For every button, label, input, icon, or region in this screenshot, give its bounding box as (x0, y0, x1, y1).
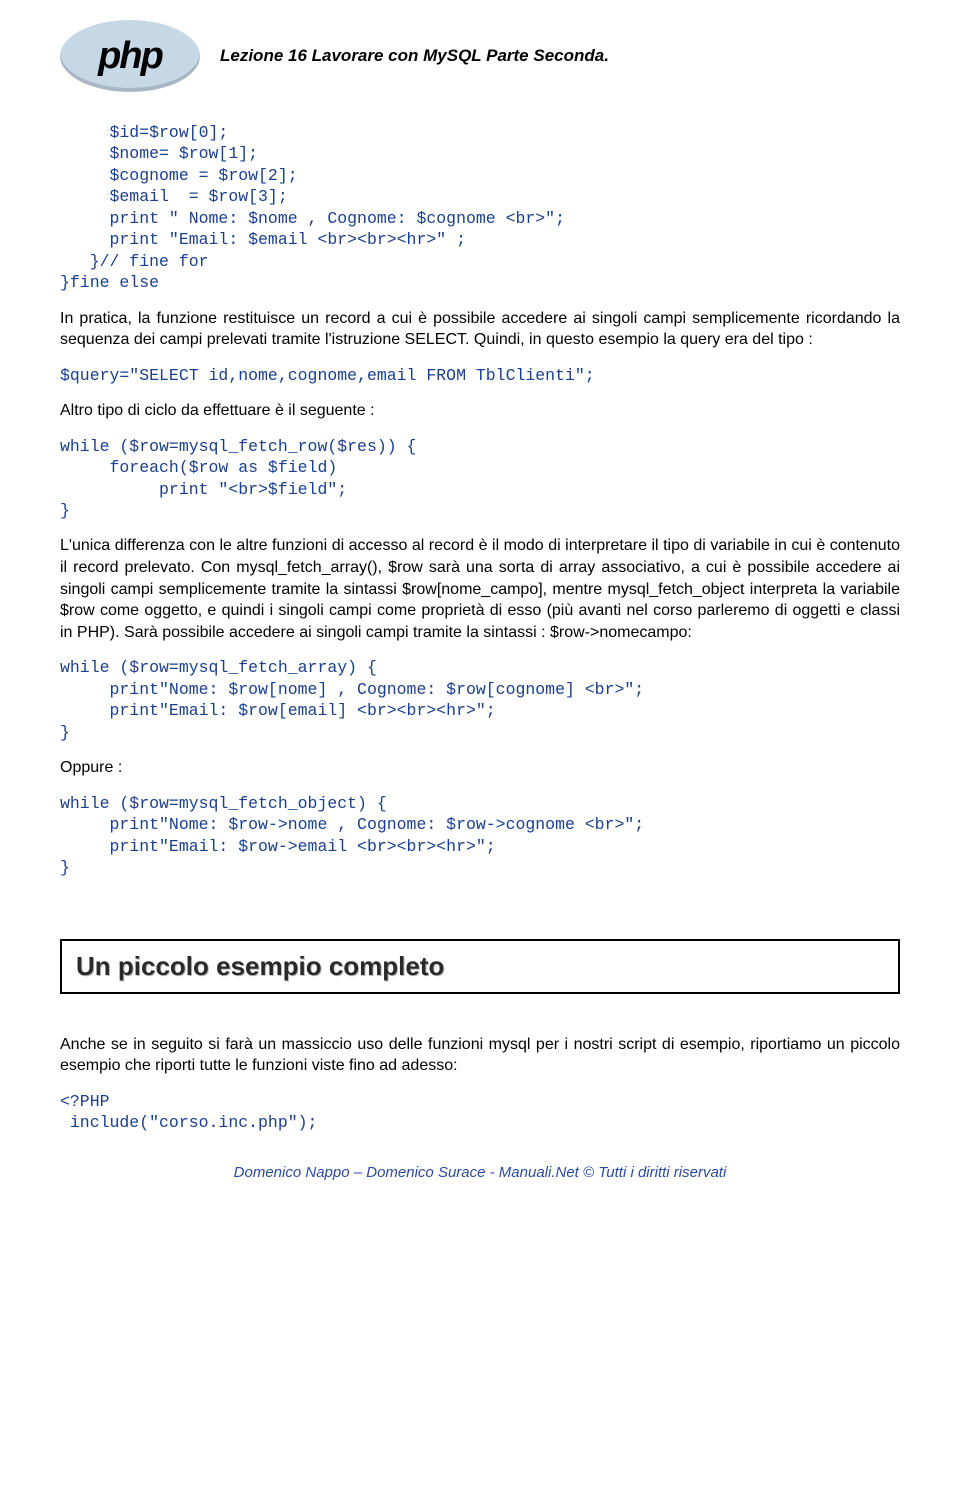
code-block-3: while ($row=mysql_fetch_row($res)) { for… (60, 436, 900, 522)
code-block-2: $query="SELECT id,nome,cognome,email FRO… (60, 365, 900, 386)
page-footer: Domenico Nappo – Domenico Surace - Manua… (60, 1164, 900, 1181)
paragraph-1: In pratica, la funzione restituisce un r… (60, 308, 900, 351)
php-logo: php (60, 20, 200, 92)
page-header: php Lezione 16 Lavorare con MySQL Parte … (60, 20, 900, 92)
section-heading: Un piccolo esempio completo (76, 951, 884, 982)
code-block-1: $id=$row[0]; $nome= $row[1]; $cognome = … (60, 122, 900, 294)
paragraph-3: L'unica differenza con le altre funzioni… (60, 535, 900, 643)
paragraph-5: Anche se in seguito si farà un massiccio… (60, 1034, 900, 1077)
page-container: php Lezione 16 Lavorare con MySQL Parte … (0, 0, 960, 1211)
section-heading-box: Un piccolo esempio completo (60, 939, 900, 994)
code-block-6: <?PHP include("corso.inc.php"); (60, 1091, 900, 1134)
code-block-4: while ($row=mysql_fetch_array) { print"N… (60, 657, 900, 743)
php-logo-text: php (98, 35, 162, 78)
paragraph-4: Oppure : (60, 757, 900, 779)
paragraph-2: Altro tipo di ciclo da effettuare è il s… (60, 400, 900, 422)
code-block-5: while ($row=mysql_fetch_object) { print"… (60, 793, 900, 879)
lesson-title: Lezione 16 Lavorare con MySQL Parte Seco… (220, 46, 609, 66)
